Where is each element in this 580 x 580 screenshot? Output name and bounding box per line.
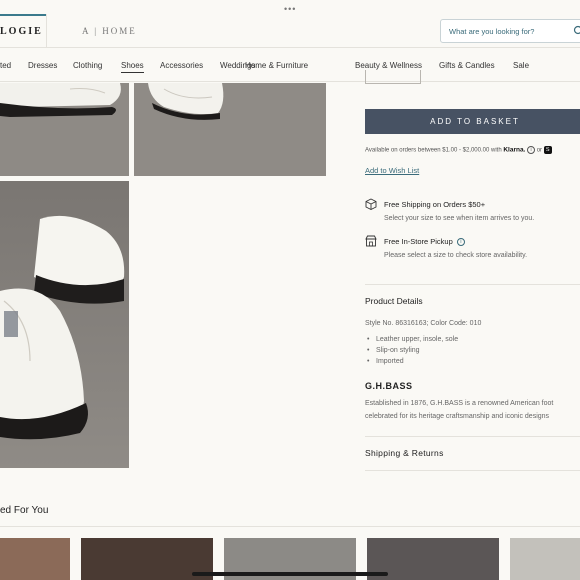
search-input[interactable]: What are you looking for? xyxy=(440,19,580,43)
recommended-heading: ed For You xyxy=(0,505,49,516)
recommended-product-thumb[interactable] xyxy=(510,538,580,580)
section-divider xyxy=(365,284,580,285)
product-features-list: Leather upper, insole, sole Slip-on styl… xyxy=(365,336,458,369)
nav-item-dresses[interactable]: Dresses xyxy=(28,61,57,70)
nav-item-sale[interactable]: Sale xyxy=(513,61,529,70)
klarna-logo: Klarna. xyxy=(503,146,526,154)
section-divider xyxy=(365,470,580,471)
shoe-photo xyxy=(0,181,129,468)
shoe-photo xyxy=(0,83,129,176)
klarna-financing-info: Available on orders between $1.00 - $2,0… xyxy=(365,146,552,154)
home-brand-tab[interactable]: A | HOME xyxy=(82,26,137,36)
home-indicator[interactable] xyxy=(192,572,388,576)
store-pickup-title: Free In-Store Pickup i xyxy=(384,237,465,247)
brand-logo[interactable]: LOGIE xyxy=(0,26,43,37)
nav-item-gifts-candles[interactable]: Gifts & Candles xyxy=(439,61,495,70)
info-icon[interactable]: i xyxy=(456,238,465,247)
brand-description-line: Established in 1876, G.H.BASS is a renow… xyxy=(365,400,554,407)
list-item: Leather upper, insole, sole xyxy=(365,336,458,347)
store-pickup-subtitle: Please select a size to check store avai… xyxy=(384,252,528,259)
nav-item-home-furniture[interactable]: Home & Furniture xyxy=(245,61,308,70)
product-image-3[interactable] xyxy=(0,181,129,468)
nav-item-beauty-wellness[interactable]: Beauty & Wellness xyxy=(355,61,422,70)
shoe-photo xyxy=(134,83,326,176)
box-icon xyxy=(365,198,377,210)
nav-item-clothing[interactable]: Clothing xyxy=(73,61,102,70)
shipping-returns-accordion[interactable]: Shipping & Returns xyxy=(365,448,444,458)
category-nav: ted Dresses Clothing Shoes Accessories W… xyxy=(0,48,580,82)
product-image-1[interactable] xyxy=(0,83,129,176)
free-shipping-title: Free Shipping on Orders $50+ xyxy=(384,200,486,209)
store-pickup-label: Free In-Store Pickup xyxy=(384,237,453,246)
klarna-text: Available on orders between $1.00 - $2,0… xyxy=(365,147,502,154)
section-divider xyxy=(0,526,580,527)
add-to-basket-button[interactable]: ADD TO BASKET xyxy=(365,109,580,134)
style-number: Style No. 86316163; Color Code: 010 xyxy=(365,320,482,327)
nav-item-accessories[interactable]: Accessories xyxy=(160,61,203,70)
klarna-or: or xyxy=(536,147,543,154)
free-shipping-subtitle: Select your size to see when item arrive… xyxy=(384,215,535,222)
window-drag-handle[interactable]: ••• xyxy=(284,4,296,14)
search-placeholder: What are you looking for? xyxy=(449,27,535,36)
header-divider xyxy=(46,14,47,48)
info-icon[interactable]: i xyxy=(527,146,536,154)
add-to-wishlist-link[interactable]: Add to Wish List xyxy=(365,166,419,175)
nav-item-featured[interactable]: ted xyxy=(0,61,11,70)
sezzle-icon[interactable]: S xyxy=(543,146,552,154)
brand-description: Established in 1876, G.H.BASS is a renow… xyxy=(365,398,580,423)
nav-item-shoes[interactable]: Shoes xyxy=(121,61,144,73)
brand-description-line: celebrated for its heritage craftsmanshi… xyxy=(365,412,550,420)
list-item: Imported xyxy=(365,358,458,369)
product-details-heading[interactable]: Product Details xyxy=(365,296,423,306)
section-divider xyxy=(365,436,580,437)
quantity-stepper[interactable] xyxy=(365,70,421,84)
product-image-2[interactable] xyxy=(134,83,326,176)
store-icon xyxy=(365,235,377,247)
brand-name-heading: G.H.BASS xyxy=(365,381,413,391)
list-item: Slip-on styling xyxy=(365,347,458,358)
search-icon[interactable] xyxy=(573,25,580,37)
recommended-product-thumb[interactable] xyxy=(0,538,70,580)
